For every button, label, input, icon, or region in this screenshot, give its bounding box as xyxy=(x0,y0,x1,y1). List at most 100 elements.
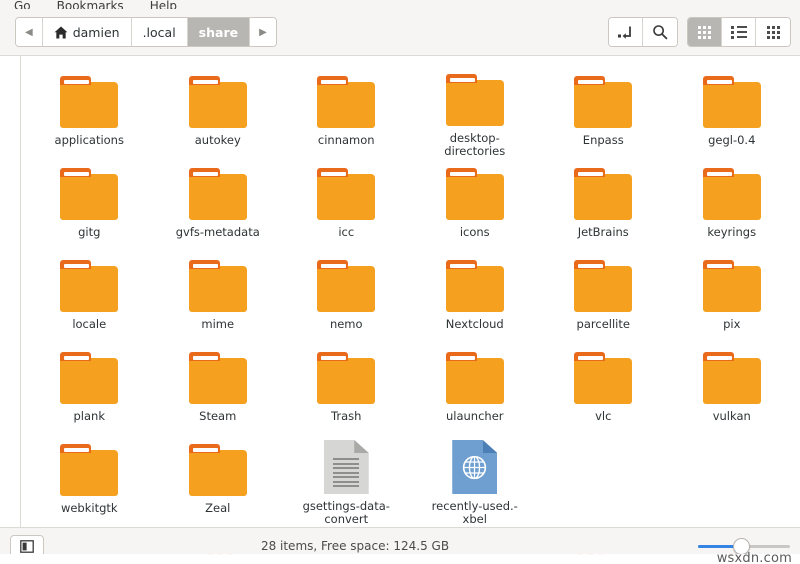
file-manager-window: Go Bookmarks Help ◀ damien .local share … xyxy=(0,0,800,564)
sidebar-toggle-icon xyxy=(20,539,34,553)
file-row: webkitgtk Zeal gsettings-data-convert re… xyxy=(25,436,796,526)
globe-icon xyxy=(463,455,487,480)
back-button[interactable]: ◀ xyxy=(16,18,43,46)
file-label: gegl-0.4 xyxy=(708,133,756,147)
file-item-gitg[interactable]: gitg xyxy=(25,160,154,250)
file-label: Nextcloud xyxy=(445,317,504,331)
breadcrumb-label-damien: damien xyxy=(72,24,120,40)
toolbar-right-group xyxy=(608,17,791,47)
folder-icon xyxy=(702,346,761,404)
file-item-autokey[interactable]: autokey xyxy=(154,68,283,158)
file-label: applications xyxy=(54,133,124,147)
file-item-recently-used-xbel[interactable]: recently-used.-xbel xyxy=(411,436,540,526)
search-button[interactable] xyxy=(643,18,677,46)
forward-button[interactable]: ▶ xyxy=(250,18,276,46)
file-label: nemo xyxy=(329,317,363,331)
watermark: wsxdn.com xyxy=(716,551,792,564)
file-item-vlc[interactable]: vlc xyxy=(539,344,668,434)
file-label: Zeal xyxy=(205,501,231,515)
home-icon xyxy=(54,26,68,38)
file-item-locale[interactable]: locale xyxy=(25,252,154,342)
file-label: Enpass xyxy=(582,133,624,147)
file-row: gitg gvfs-metadata icc icons JetBrains k… xyxy=(25,160,796,250)
path-entry-toggle-button[interactable] xyxy=(609,18,643,46)
file-label: recently-used.-xbel xyxy=(431,499,518,526)
folder-icon xyxy=(317,254,376,312)
folder-icon xyxy=(60,70,119,128)
menu-bar: Go Bookmarks Help xyxy=(0,0,800,9)
places-sidebar[interactable] xyxy=(0,56,21,527)
file-item-zeal[interactable]: Zeal xyxy=(154,436,283,526)
file-label: Trash xyxy=(331,409,362,423)
file-row: plank Steam Trash ulauncher vlc vulkan xyxy=(25,344,796,434)
file-label: gvfs-metadata xyxy=(175,225,260,239)
file-item-parcellite[interactable]: parcellite xyxy=(539,252,668,342)
document-icon xyxy=(323,438,369,494)
breadcrumb-item-local[interactable]: .local xyxy=(131,18,188,46)
file-item-pix[interactable]: pix xyxy=(668,252,797,342)
file-item-nemo[interactable]: nemo xyxy=(282,252,411,342)
file-item-icc[interactable]: icc xyxy=(282,160,411,250)
file-item-enpass[interactable]: Enpass xyxy=(539,68,668,158)
view-mode-list-button[interactable] xyxy=(722,18,756,46)
file-label: icons xyxy=(459,225,490,239)
folder-icon xyxy=(188,438,247,496)
breadcrumb: ◀ damien .local share ▶ xyxy=(15,17,277,47)
file-item-applications[interactable]: applications xyxy=(25,68,154,158)
file-item-cinnamon[interactable]: cinnamon xyxy=(282,68,411,158)
menu-item-help[interactable]: Help xyxy=(150,0,177,9)
file-item-gegl[interactable]: gegl-0.4 xyxy=(668,68,797,158)
file-item-ulauncher[interactable]: ulauncher xyxy=(411,344,540,434)
compact-view-icon xyxy=(766,25,780,39)
status-bar: 28 items, Free space: 124.5 GB ＾＾＾ ＾＾＾ ＾… xyxy=(0,527,800,564)
breadcrumb-item-damien[interactable]: damien xyxy=(42,18,132,46)
view-mode-compact-button[interactable] xyxy=(756,18,790,46)
file-label: vulkan xyxy=(712,409,751,423)
file-item-webkitgtk[interactable]: webkitgtk xyxy=(25,436,154,526)
folder-icon xyxy=(317,70,376,128)
spellcheck-underline: ＾＾＾ xyxy=(575,554,606,564)
menu-item-go[interactable]: Go xyxy=(14,0,31,9)
file-item-steam[interactable]: Steam xyxy=(154,344,283,434)
file-label: JetBrains xyxy=(577,225,629,239)
view-mode-group xyxy=(687,17,791,47)
menu-item-bookmarks[interactable]: Bookmarks xyxy=(57,0,124,9)
folder-icon xyxy=(445,70,504,126)
folder-icon xyxy=(60,254,119,312)
view-mode-icon-button[interactable] xyxy=(688,18,722,46)
folder-icon xyxy=(60,438,119,496)
file-label: gsettings-data-convert xyxy=(302,499,390,526)
folder-icon xyxy=(188,346,247,404)
file-grid[interactable]: applications autokey cinnamon desktop-di… xyxy=(21,56,800,527)
window-body: applications autokey cinnamon desktop-di… xyxy=(0,56,800,527)
file-label: webkitgtk xyxy=(60,501,118,515)
file-label: keyrings xyxy=(707,225,757,239)
file-item-gvfs-metadata[interactable]: gvfs-metadata xyxy=(154,160,283,250)
file-label: plank xyxy=(73,409,106,423)
file-item-mime[interactable]: mime xyxy=(154,252,283,342)
file-item-jetbrains[interactable]: JetBrains xyxy=(539,160,668,250)
file-item-icons[interactable]: icons xyxy=(411,160,540,250)
grid-view-icon xyxy=(698,25,711,39)
file-label: cinnamon xyxy=(317,133,375,147)
file-item-keyrings[interactable]: keyrings xyxy=(668,160,797,250)
file-item-gsettings-data-convert[interactable]: gsettings-data-convert xyxy=(282,436,411,526)
file-label: parcellite xyxy=(576,317,630,331)
file-item-desktop-directories[interactable]: desktop-directories xyxy=(411,68,540,158)
file-item-vulkan[interactable]: vulkan xyxy=(668,344,797,434)
folder-icon xyxy=(574,346,633,404)
folder-icon xyxy=(317,346,376,404)
file-row: locale mime nemo Nextcloud parcellite pi… xyxy=(25,252,796,342)
file-row: applications autokey cinnamon desktop-di… xyxy=(25,68,796,158)
file-label: vlc xyxy=(595,409,612,423)
file-item-nextcloud[interactable]: Nextcloud xyxy=(411,252,540,342)
file-item-plank[interactable]: plank xyxy=(25,344,154,434)
folder-icon xyxy=(445,346,504,404)
file-item-trash[interactable]: Trash xyxy=(282,344,411,434)
breadcrumb-item-share[interactable]: share xyxy=(187,18,251,46)
toolbar: ◀ damien .local share ▶ xyxy=(0,9,800,56)
folder-icon xyxy=(702,162,761,220)
file-label: desktop-directories xyxy=(444,131,506,158)
folder-icon xyxy=(702,254,761,312)
folder-icon xyxy=(188,70,247,128)
